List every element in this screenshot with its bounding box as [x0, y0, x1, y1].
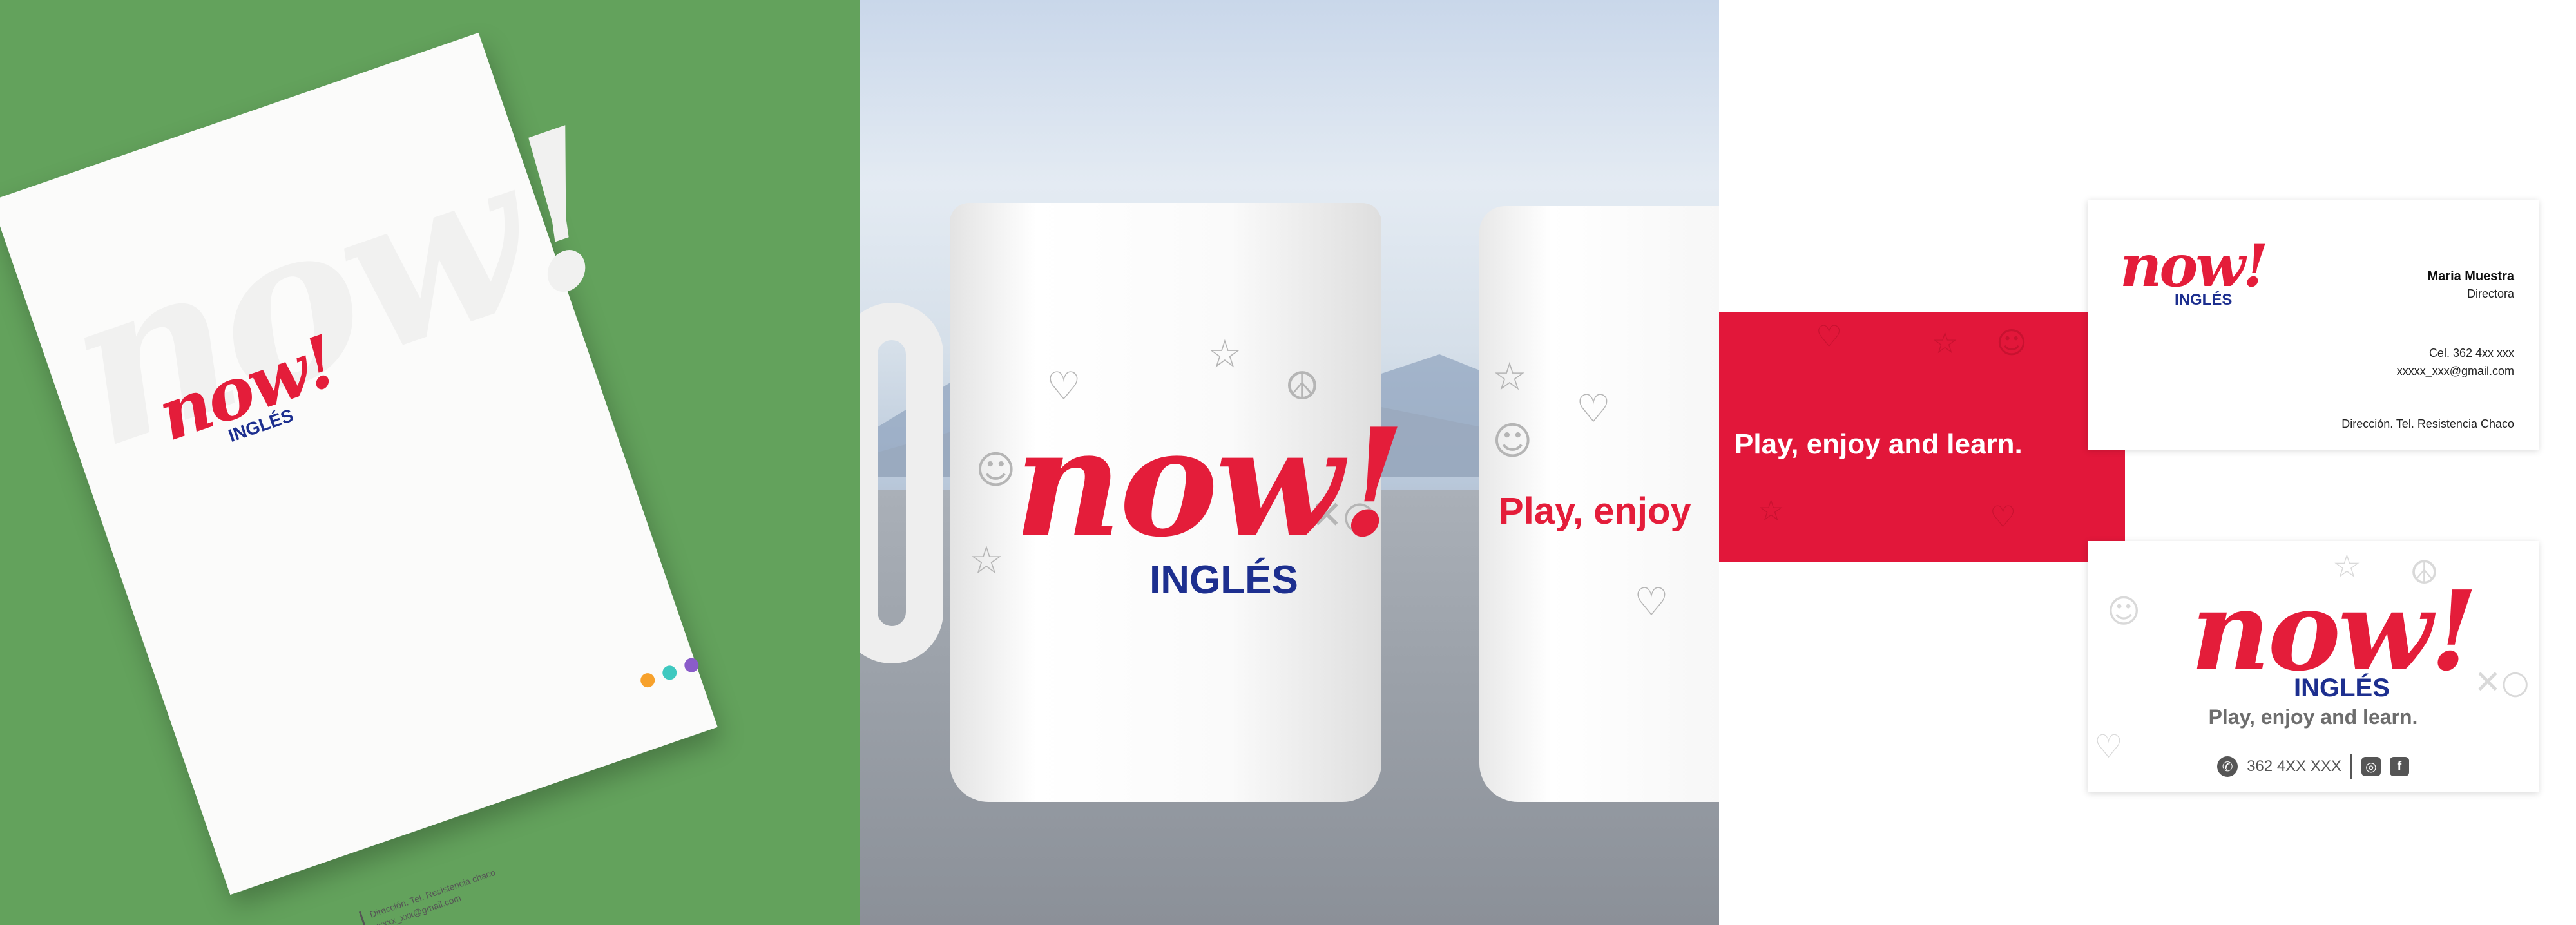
red-card: ♡ ☆ ☺ ☆ ♡ Play, enjoy and learn. [1719, 312, 2125, 562]
mugs-panel: ♡ ☆ ☮ ☺ ✕○ ☆ now! INGLÉS ☆ ♡ ☺ ♡ Play, e… [860, 0, 1719, 925]
back-doodle-xo: ✕○ [2474, 663, 2530, 701]
red-card-tagline: Play, enjoy and learn. [1735, 428, 2023, 460]
doodle-star3: ☆ [1492, 354, 1527, 399]
card-back-tagline: Play, enjoy and learn. [2208, 705, 2418, 729]
red-doodle-5: ♡ [1990, 499, 2017, 534]
card-logo: now! INGLÉS [2120, 232, 2268, 309]
contact-divider [2350, 754, 2352, 779]
letterhead-footer: Dirección. Tel. Resistencia chaco xxxxx_… [358, 865, 502, 925]
whatsapp-icon: ✆ [2217, 756, 2238, 777]
card-back-logo: now! INGLÉS [2191, 567, 2478, 703]
red-doodle-1: ♡ [1816, 319, 1843, 354]
mug-tagline: Play, enjoy [1499, 490, 1691, 532]
business-card-back: ☺ ☆ ☮ ✕○ ♡ now! INGLÉS Play, enjoy and l… [2088, 541, 2539, 792]
red-doodle-2: ☆ [1932, 325, 1959, 360]
card-phone: Cel. 362 4xx xxx [2428, 347, 2514, 359]
orange-dot [639, 671, 657, 690]
card-back-contact: ✆ 362 4XX XXX ◎ f [2088, 754, 2539, 779]
doodle-smiley2: ☺ [1492, 419, 1533, 464]
cards-panel: ♡ ☆ ☺ ☆ ♡ Play, enjoy and learn. now! IN… [1719, 0, 2576, 925]
doodle-heart3: ♡ [1634, 580, 1669, 625]
doodle-heart2: ♡ [1576, 386, 1611, 432]
card-email: xxxxx_xxx@gmail.com [2396, 365, 2514, 377]
card-role: Directora [2466, 287, 2514, 300]
doodle-smiley: ☺ [976, 448, 1016, 493]
mug-logo: now! INGLÉS [1014, 396, 1406, 603]
card-name: Maria Muestra [2427, 269, 2515, 283]
letterhead-sheet: now! now! INGLÉS Dirección. Tel. Resiste… [0, 32, 718, 925]
doodle-star: ☆ [1207, 332, 1242, 377]
mug-front: ♡ ☆ ☮ ☺ ✕○ ☆ now! INGLÉS [950, 203, 1406, 802]
business-card-front: now! INGLÉS Maria Muestra Directora Cel.… [2088, 200, 2539, 450]
purple-dot [682, 656, 701, 674]
red-doodle-3: ☺ [1996, 325, 2027, 360]
mug-back: ☆ ♡ ☺ ♡ Play, enjoy [1479, 206, 1719, 802]
instagram-icon: ◎ [2361, 757, 2381, 776]
teal-dot [660, 663, 679, 682]
letterhead-panel: now! now! INGLÉS Dirección. Tel. Resiste… [0, 0, 860, 925]
mug-handle [860, 303, 943, 663]
facebook-icon: f [2389, 757, 2409, 776]
red-doodle-4: ☆ [1758, 493, 1785, 528]
letterhead-dots [639, 656, 701, 690]
letterhead-watermark: now! [38, 81, 637, 496]
back-doodle-smiley: ☺ [2107, 593, 2141, 630]
doodle-star2: ☆ [969, 538, 1004, 583]
card-address: Dirección. Tel. Resistencia Chaco [2341, 417, 2514, 430]
card-logo-word: now! [2120, 232, 2268, 300]
card-back-phone: 362 4XX XXX [2247, 758, 2341, 775]
mug-logo-word: now! [1014, 396, 1406, 570]
